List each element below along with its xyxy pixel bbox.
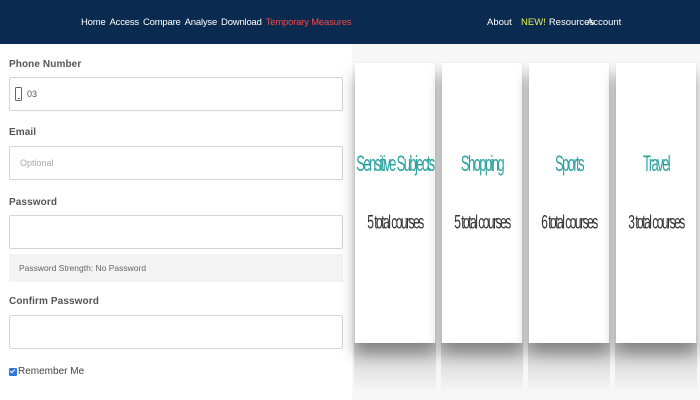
category-card-sports[interactable]: Sports 6 total courses: [529, 63, 609, 343]
card-reflection: [615, 343, 697, 393]
new-badge: NEW!: [521, 16, 546, 28]
remember-me-label: Remember Me: [18, 366, 85, 377]
category-card-travel[interactable]: Travel 3 total courses: [616, 63, 696, 343]
confirm-password-label: Confirm Password: [9, 296, 99, 307]
email-input[interactable]: [10, 147, 342, 179]
phone-value: 03: [27, 89, 38, 99]
category-card-shopping[interactable]: Shopping 5 total courses: [442, 63, 522, 343]
password-field[interactable]: [9, 215, 343, 249]
card-title: Sensitive Subjects: [356, 150, 435, 177]
card-reflection: [441, 343, 523, 393]
signup-form: Phone Number 03 Email Password Password …: [0, 44, 352, 400]
email-field[interactable]: [9, 146, 343, 180]
password-label: Password: [9, 197, 58, 208]
nav-about-wrap: About: [487, 0, 512, 44]
card-title: Shopping: [460, 150, 505, 177]
nav-about-link[interactable]: About: [487, 17, 512, 28]
top-navbar: Home Access Compare Analyse Download Tem…: [0, 0, 700, 44]
email-label: Email: [9, 127, 37, 138]
main-nav: Home Access Compare Analyse Download Tem…: [81, 0, 352, 44]
remember-me-checkbox[interactable]: [9, 367, 17, 376]
card-course-count: 3 total courses: [628, 210, 685, 234]
category-card-sensitive-subjects[interactable]: Sensitive Subjects 5 total courses: [355, 63, 435, 343]
remember-me[interactable]: Remember Me: [9, 366, 84, 377]
password-strength-indicator: Password Strength: No Password: [9, 254, 343, 282]
card-reflection: [528, 343, 610, 393]
card-course-count: 6 total courses: [541, 210, 598, 234]
password-input[interactable]: [10, 216, 342, 248]
nav-access-link[interactable]: Access: [110, 17, 140, 28]
card-title: Sports: [555, 150, 585, 177]
nav-temporary-measures-link[interactable]: Temporary Measures: [266, 17, 352, 28]
nav-resources-wrap: NEW! Resources: [521, 0, 594, 44]
mobile-phone-icon: [15, 87, 22, 101]
phone-label: Phone Number: [9, 59, 82, 70]
nav-compare-link[interactable]: Compare: [143, 17, 181, 28]
nav-analyse-link[interactable]: Analyse: [185, 17, 218, 28]
nav-account-wrap: Account: [587, 0, 621, 44]
card-course-count: 5 total courses: [454, 210, 511, 234]
card-course-count: 5 total courses: [367, 210, 424, 234]
card-title: Travel: [642, 150, 671, 177]
phone-field[interactable]: 03: [9, 77, 343, 111]
confirm-password-input[interactable]: [10, 316, 342, 348]
card-reflection: [354, 343, 436, 393]
nav-account-link[interactable]: Account: [587, 17, 621, 28]
confirm-password-field[interactable]: [9, 315, 343, 349]
nav-home-link[interactable]: Home: [81, 17, 106, 28]
nav-download-link[interactable]: Download: [221, 17, 262, 28]
